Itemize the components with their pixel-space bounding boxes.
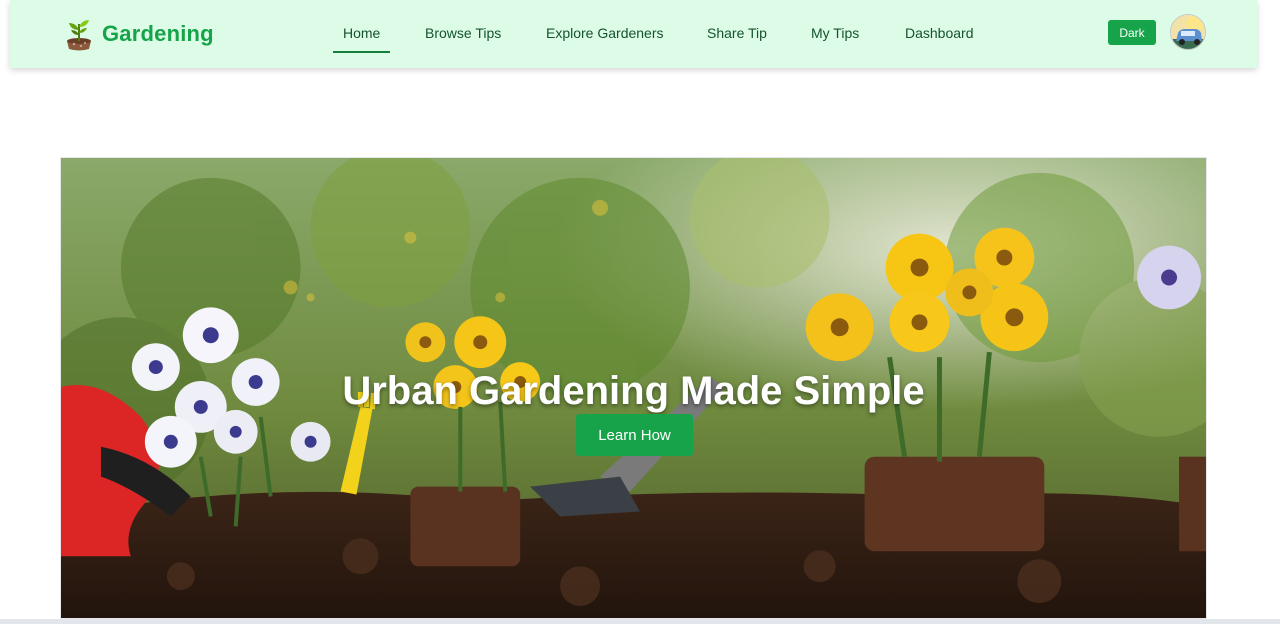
nav-my-tips[interactable]: My Tips — [811, 23, 859, 43]
horizontal-scrollbar[interactable] — [0, 619, 1280, 624]
hero-title: Urban Gardening Made Simple — [342, 369, 925, 413]
nav-explore-gardeners[interactable]: Explore Gardeners — [546, 23, 664, 43]
navbar: Gardening Home Browse Tips Explore Garde… — [10, 0, 1257, 68]
nav-browse-tips[interactable]: Browse Tips — [425, 23, 501, 43]
main-nav: Home Browse Tips Explore Gardeners Share… — [10, 0, 1257, 68]
hero-banner: Urban Gardening Made Simple Learn How — [60, 157, 1207, 619]
nav-share-tip[interactable]: Share Tip — [707, 23, 767, 43]
user-avatar[interactable] — [1170, 14, 1206, 50]
nav-dashboard[interactable]: Dashboard — [905, 23, 974, 43]
theme-toggle-button[interactable]: Dark — [1108, 20, 1156, 45]
learn-how-button[interactable]: Learn How — [576, 414, 693, 456]
nav-home[interactable]: Home — [332, 23, 391, 53]
